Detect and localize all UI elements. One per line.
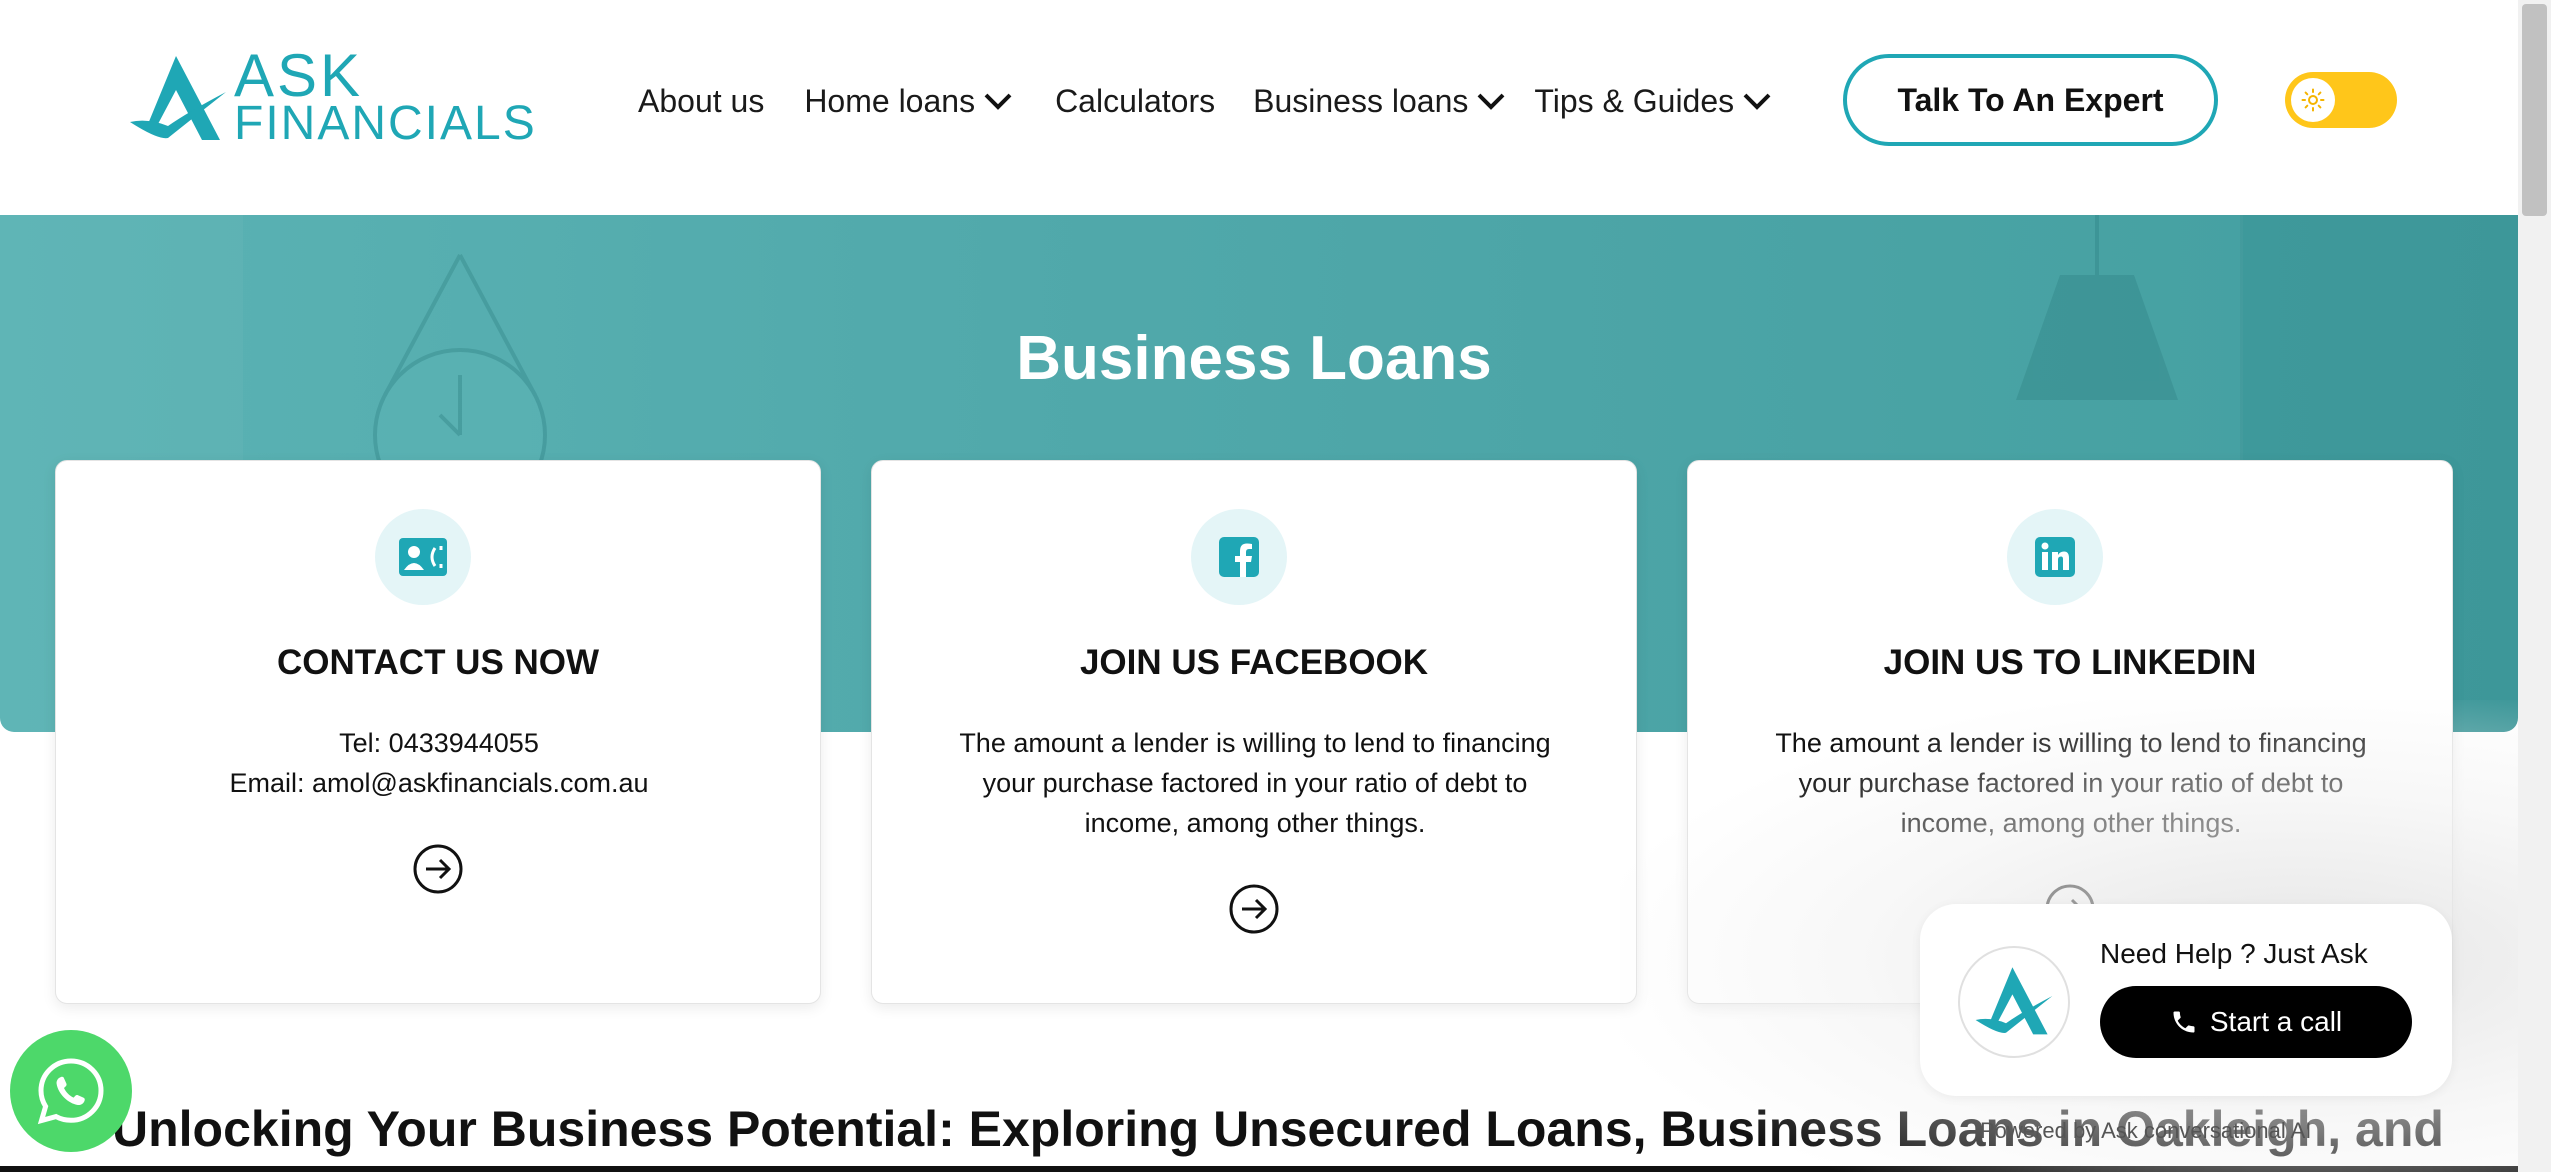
contact-card: CONTACT US NOW Tel: 0433944055 Email: am… <box>55 460 821 1004</box>
card-icon-circle <box>375 509 471 605</box>
arrow-right-circle-icon[interactable] <box>412 843 464 895</box>
nav-label: Tips & Guides <box>1534 82 1735 119</box>
facebook-icon <box>1219 537 1259 577</box>
card-body: The amount a lender is willing to lend t… <box>959 728 1551 838</box>
facebook-card: JOIN US FACEBOOK The amount a lender is … <box>871 460 1637 1004</box>
talk-to-expert-button[interactable]: Talk To An Expert <box>1843 54 2218 146</box>
start-call-button[interactable]: Start a call <box>2100 986 2412 1058</box>
contact-email[interactable]: Email: amol@askfinancials.com.au <box>126 763 752 803</box>
hero-title: Business Loans <box>1016 324 1492 393</box>
powered-by-text: Powered by Ask conversational AI <box>1980 1118 2312 1143</box>
chevron-down-icon <box>1743 93 1771 110</box>
phone-icon <box>2173 1011 2195 1033</box>
chat-avatar <box>1958 946 2070 1058</box>
arrow-right-circle-icon[interactable] <box>1228 883 1280 935</box>
nav-label: Home loans <box>804 82 976 119</box>
chevron-down-icon <box>984 93 1012 110</box>
nav-tips-guides[interactable]: Tips & Guides <box>1534 83 1772 120</box>
card-body: The amount a lender is willing to lend t… <box>1775 728 2367 838</box>
start-call-label: Start a call <box>2209 1006 2343 1037</box>
nav-about-us[interactable]: About us <box>638 83 764 120</box>
logo-mark-icon <box>1975 967 2053 1035</box>
toggle-knob <box>2291 78 2335 122</box>
nav-label: About us <box>638 82 765 119</box>
chat-widget: Need Help ? Just Ask Start a call <box>1920 904 2452 1096</box>
card-icon-circle <box>1191 509 1287 605</box>
card-title: CONTACT US NOW <box>276 643 600 682</box>
card-body: Tel: 0433944055 Email: amol@askfinancial… <box>126 723 752 803</box>
linkedin-icon <box>2035 537 2075 577</box>
site-header: ASK FINANCIALS About us Home loans Calcu… <box>0 0 2518 215</box>
chat-help-text: Need Help ? Just Ask <box>2100 938 2368 969</box>
sun-icon <box>2301 88 2325 112</box>
nav-label: Business loans <box>1253 82 1469 119</box>
bottom-edge-bar <box>0 1166 2518 1172</box>
nav-calculators[interactable]: Calculators <box>1055 83 1215 120</box>
main-nav: About us Home loans Calculators Business… <box>638 78 1812 124</box>
nav-home-loans[interactable]: Home loans <box>804 83 1013 120</box>
logo-text-financials: FINANCIALS <box>234 97 537 150</box>
logo-mark-icon <box>130 56 226 140</box>
card-title: JOIN US TO LINKEDIN <box>1883 643 2257 682</box>
nav-business-loans[interactable]: Business loans <box>1253 83 1506 120</box>
contact-card-icon <box>399 538 447 576</box>
nav-label: Calculators <box>1055 82 1216 119</box>
scrollbar-thumb[interactable] <box>2522 4 2547 216</box>
whatsapp-icon <box>37 1058 104 1125</box>
card-title: JOIN US FACEBOOK <box>1079 643 1429 682</box>
contact-phone[interactable]: Tel: 0433944055 <box>126 723 752 763</box>
theme-toggle[interactable] <box>2285 72 2397 128</box>
page-scrollbar[interactable] <box>2518 0 2551 1172</box>
chevron-down-icon <box>1477 93 1505 110</box>
card-icon-circle <box>2007 509 2103 605</box>
logo[interactable]: ASK FINANCIALS <box>128 46 535 152</box>
whatsapp-button[interactable] <box>10 1030 132 1152</box>
